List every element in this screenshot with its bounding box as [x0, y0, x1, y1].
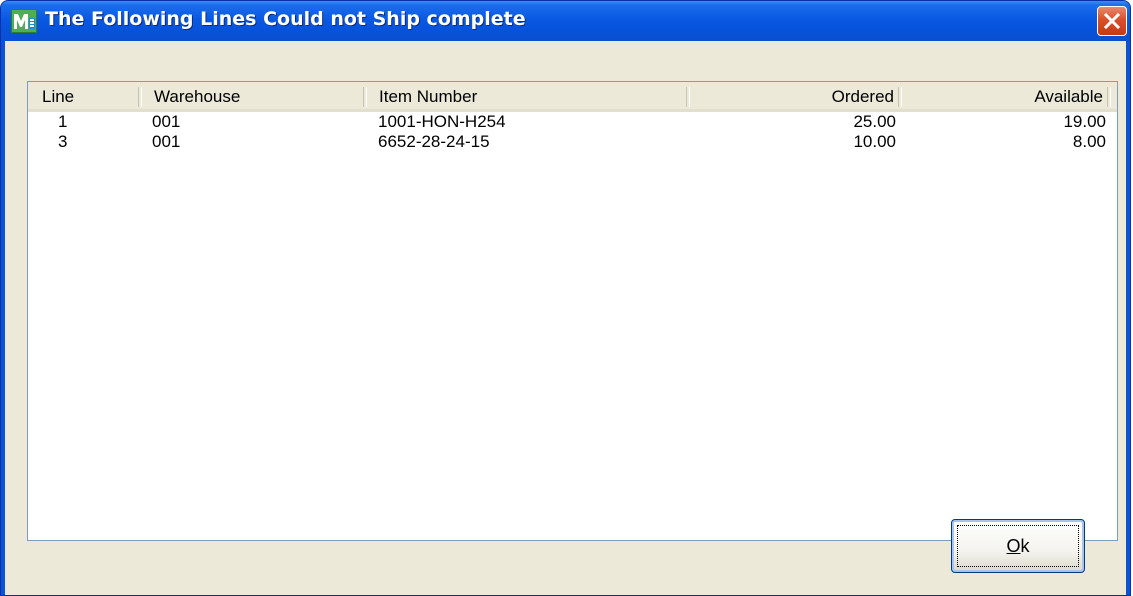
dialog-body: Line Warehouse Item Number Ordered Avail…	[5, 41, 1126, 595]
mas-app-icon	[11, 9, 37, 33]
close-button[interactable]	[1097, 6, 1127, 36]
table-row[interactable]: 3 001 6652-28-24-15 10.00 8.00	[28, 132, 1117, 152]
cell-available: 19.00	[1063, 112, 1106, 131]
column-divider[interactable]	[363, 87, 367, 107]
column-divider[interactable]	[138, 87, 142, 107]
lines-list[interactable]: Line Warehouse Item Number Ordered Avail…	[27, 81, 1118, 541]
cell-warehouse: 001	[152, 112, 181, 131]
title-bar[interactable]: The Following Lines Could not Ship compl…	[1, 1, 1130, 41]
cell-line: 1	[58, 112, 68, 131]
ok-button[interactable]: Ok	[951, 519, 1085, 573]
cell-warehouse: 001	[152, 132, 181, 151]
table-row[interactable]: 1 001 1001-HON-H254 25.00 19.00	[28, 112, 1117, 132]
ok-label-rest: k	[1020, 535, 1030, 556]
cell-available: 8.00	[1072, 132, 1106, 151]
column-divider[interactable]	[1107, 87, 1111, 107]
ok-button-label: Ok	[1006, 536, 1029, 557]
column-header-warehouse[interactable]: Warehouse	[154, 82, 240, 109]
cell-item-number: 6652-28-24-15	[378, 132, 490, 151]
close-icon	[1103, 12, 1121, 30]
column-header-item-number[interactable]: Item Number	[379, 82, 477, 109]
cell-ordered: 10.00	[853, 132, 896, 151]
cell-line: 3	[58, 132, 68, 151]
cell-ordered: 25.00	[853, 112, 896, 131]
window-title: The Following Lines Could not Ship compl…	[45, 8, 526, 30]
dialog-window: The Following Lines Could not Ship compl…	[0, 0, 1131, 596]
column-header-line[interactable]: Line	[42, 82, 74, 109]
cell-item-number: 1001-HON-H254	[378, 112, 506, 131]
list-header: Line Warehouse Item Number Ordered Avail…	[28, 82, 1117, 112]
ok-mnemonic: O	[1006, 535, 1021, 556]
column-header-available[interactable]: Available	[900, 82, 1103, 109]
column-header-ordered[interactable]: Ordered	[688, 82, 894, 109]
